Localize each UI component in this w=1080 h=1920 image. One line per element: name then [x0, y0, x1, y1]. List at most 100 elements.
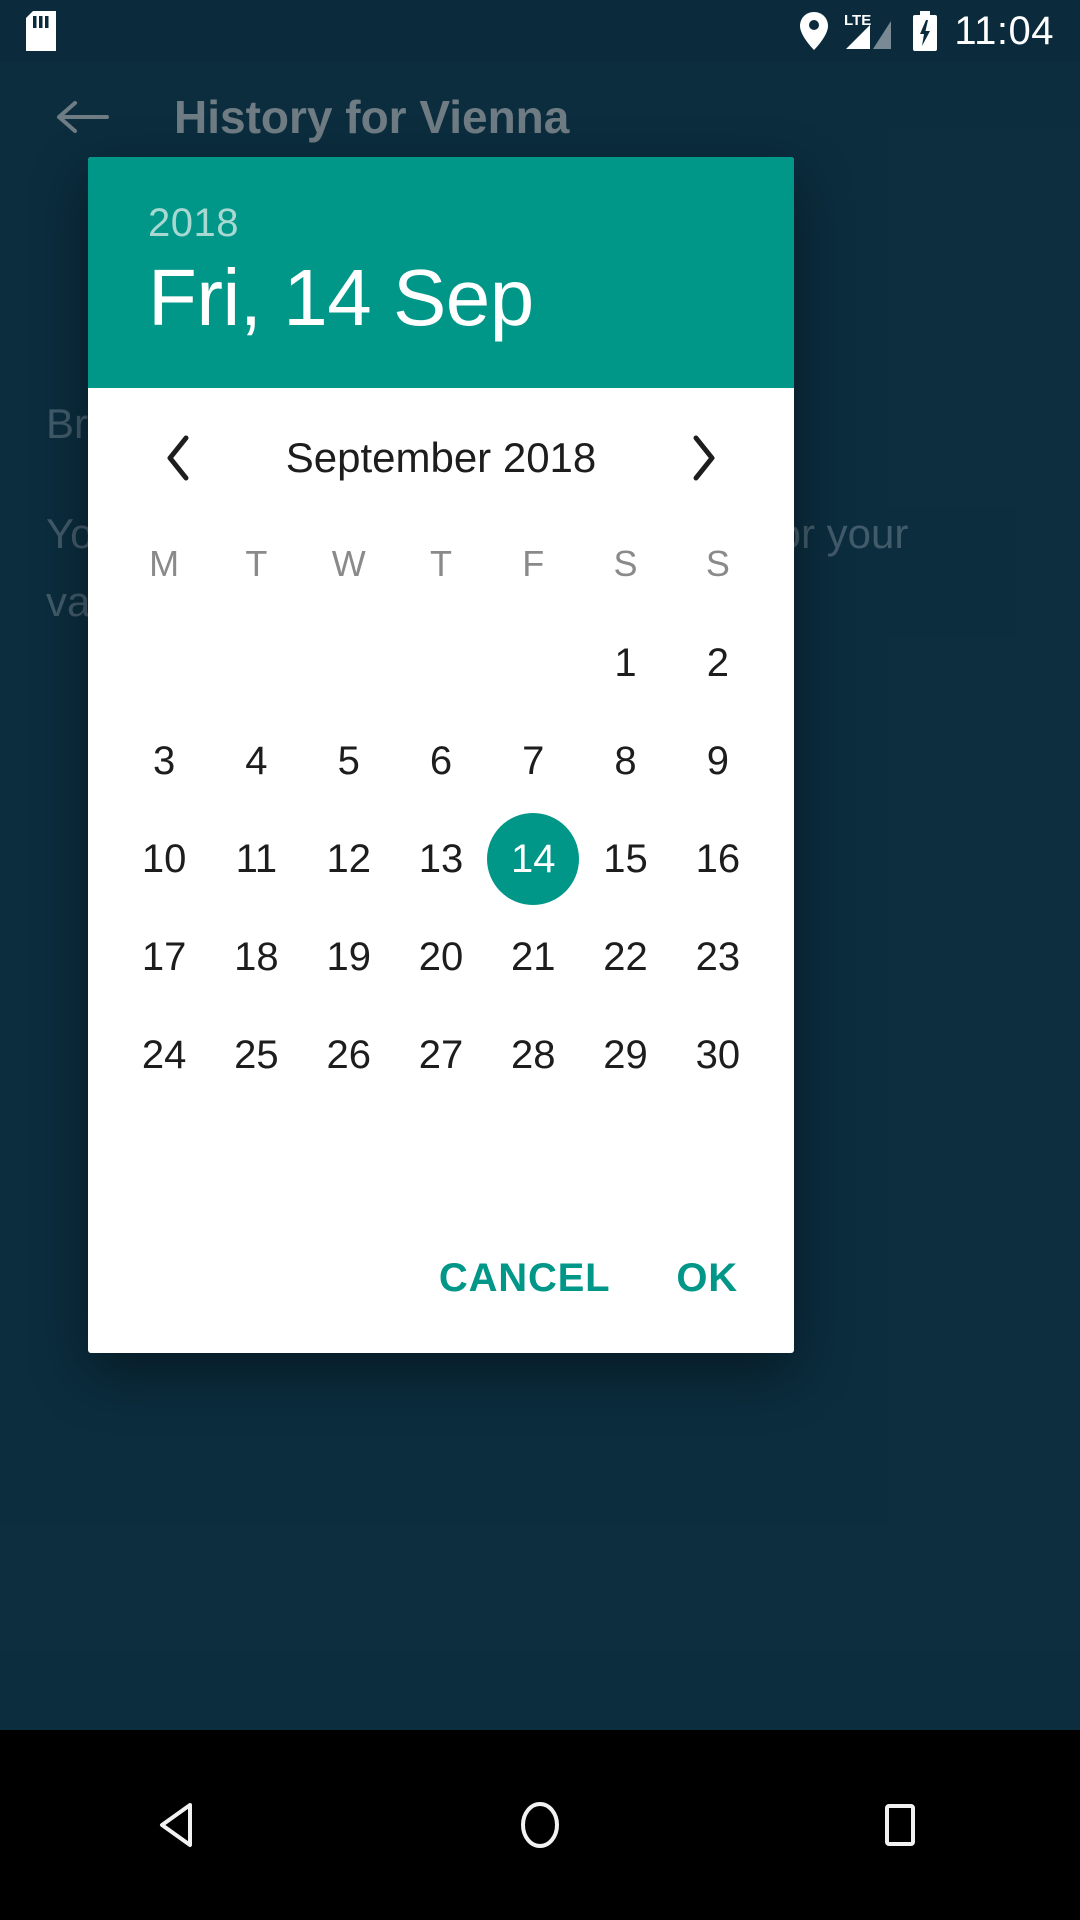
calendar-day-cell[interactable]: 30: [672, 1006, 764, 1104]
calendar-day[interactable]: 24: [118, 1006, 210, 1104]
nav-back-button[interactable]: [115, 1760, 245, 1890]
calendar-day-cell[interactable]: 8: [579, 712, 671, 810]
calendar-day-label: 18: [234, 935, 279, 979]
calendar-day-label: 14: [487, 813, 580, 905]
calendar-day-cell[interactable]: 28: [487, 1006, 579, 1104]
recents-square-icon: [885, 1804, 915, 1846]
calendar-day-cell[interactable]: 14: [487, 810, 580, 908]
calendar-day[interactable]: 22: [579, 908, 671, 1006]
calendar-day-cell[interactable]: 21: [487, 908, 579, 1006]
calendar-day[interactable]: 30: [672, 1006, 764, 1104]
calendar-day-cell[interactable]: 2: [672, 614, 764, 712]
calendar-day[interactable]: 1: [579, 614, 671, 712]
calendar-day-empty: [487, 614, 579, 712]
calendar-day-label: [118, 1107, 210, 1199]
previous-month-button[interactable]: [146, 425, 212, 491]
cancel-button[interactable]: CANCEL: [439, 1256, 610, 1301]
calendar-day[interactable]: 19: [303, 908, 395, 1006]
calendar-day-cell[interactable]: 7: [487, 712, 579, 810]
calendar-day-cell[interactable]: 23: [672, 908, 764, 1006]
calendar-day-label: 21: [511, 935, 556, 979]
calendar-day-cell[interactable]: 15: [579, 810, 671, 908]
next-month-button[interactable]: [670, 425, 736, 491]
selected-year-label[interactable]: 2018: [148, 201, 734, 246]
calendar-day-cell[interactable]: 22: [579, 908, 671, 1006]
selected-date-label[interactable]: Fri, 14 Sep: [148, 256, 734, 340]
calendar-day-label: 15: [603, 837, 648, 881]
nav-home-button[interactable]: [475, 1760, 605, 1890]
calendar-day-cell[interactable]: 17: [118, 908, 210, 1006]
calendar-day[interactable]: 15: [579, 810, 671, 908]
calendar-day[interactable]: 2: [672, 614, 764, 712]
calendar-nav: September 2018: [118, 402, 764, 514]
calendar-day[interactable]: 12: [303, 810, 395, 908]
calendar-day[interactable]: 28: [487, 1006, 579, 1104]
ok-button[interactable]: OK: [676, 1256, 738, 1301]
calendar-day-cell[interactable]: 24: [118, 1006, 210, 1104]
calendar-day[interactable]: 3: [118, 712, 210, 810]
calendar-day-cell[interactable]: 20: [395, 908, 487, 1006]
calendar-day-cell[interactable]: 26: [303, 1006, 395, 1104]
calendar-day: [395, 1104, 487, 1202]
calendar-day-cell[interactable]: 9: [672, 712, 764, 810]
calendar-day[interactable]: 6: [395, 712, 487, 810]
calendar-day: [579, 1104, 671, 1202]
calendar-day[interactable]: 17: [118, 908, 210, 1006]
calendar-day-label: [210, 617, 302, 709]
calendar-day-label: 30: [695, 1033, 741, 1077]
calendar-day-cell[interactable]: 1: [579, 614, 671, 712]
calendar-day-cell[interactable]: 11: [210, 810, 302, 908]
chevron-right-icon: [693, 435, 715, 481]
calendar-day[interactable]: 16: [672, 810, 764, 908]
calendar-day[interactable]: 27: [395, 1006, 487, 1104]
calendar-day[interactable]: 7: [487, 712, 579, 810]
calendar-day-cell[interactable]: 6: [395, 712, 487, 810]
calendar-day-cell[interactable]: 5: [303, 712, 395, 810]
calendar-day-cell[interactable]: 4: [210, 712, 302, 810]
calendar-day-cell[interactable]: 3: [118, 712, 210, 810]
calendar-day-label: 11: [235, 837, 278, 881]
calendar-day-label: [303, 1107, 395, 1199]
weekday-label: T: [245, 543, 268, 584]
status-bar-right: LTE 11:04: [800, 9, 1054, 54]
calendar-day-label: 2: [706, 641, 729, 685]
calendar-week-row: [118, 1104, 764, 1202]
calendar-day[interactable]: 23: [672, 908, 764, 1006]
calendar-day[interactable]: 20: [395, 908, 487, 1006]
nav-recents-button[interactable]: [835, 1760, 965, 1890]
calendar-day-cell[interactable]: 10: [118, 810, 210, 908]
weekday-label: S: [705, 543, 730, 584]
weekday-label: T: [429, 543, 452, 584]
calendar-day-label: 4: [245, 739, 268, 783]
calendar-day[interactable]: 9: [672, 712, 764, 810]
calendar-day-cell[interactable]: 12: [303, 810, 395, 908]
calendar-day-cell[interactable]: 19: [303, 908, 395, 1006]
calendar-day-cell[interactable]: 29: [579, 1006, 671, 1104]
calendar-day[interactable]: 29: [579, 1006, 671, 1104]
calendar-day-cell[interactable]: 18: [210, 908, 302, 1006]
calendar-day[interactable]: 26: [303, 1006, 395, 1104]
calendar-day[interactable]: 13: [395, 810, 487, 908]
status-bar: LTE 11:04: [0, 0, 1080, 62]
calendar-day[interactable]: 4: [210, 712, 302, 810]
calendar-day-label: 17: [141, 935, 187, 979]
screen-root: LTE 11:04 History for Vienna You your 20…: [0, 0, 1080, 1920]
calendar-day-label: 12: [326, 837, 371, 881]
calendar-day-selected[interactable]: 14: [487, 810, 580, 908]
calendar-day[interactable]: 18: [210, 908, 302, 1006]
calendar-day[interactable]: 21: [487, 908, 579, 1006]
calendar-day: [303, 1104, 395, 1202]
calendar-day[interactable]: 10: [118, 810, 210, 908]
calendar-day[interactable]: 11: [210, 810, 302, 908]
calendar-day-cell[interactable]: 16: [672, 810, 764, 908]
calendar-day: [672, 1104, 764, 1202]
calendar-day-label: 8: [614, 739, 637, 783]
calendar-day[interactable]: 25: [210, 1006, 302, 1104]
calendar-day-cell[interactable]: 25: [210, 1006, 302, 1104]
calendar-day-label: 13: [418, 837, 464, 881]
calendar-day-cell[interactable]: 27: [395, 1006, 487, 1104]
calendar-day-cell[interactable]: 13: [395, 810, 487, 908]
calendar-day[interactable]: 8: [579, 712, 671, 810]
calendar-day[interactable]: 5: [303, 712, 395, 810]
calendar-day-label: [672, 1107, 764, 1199]
